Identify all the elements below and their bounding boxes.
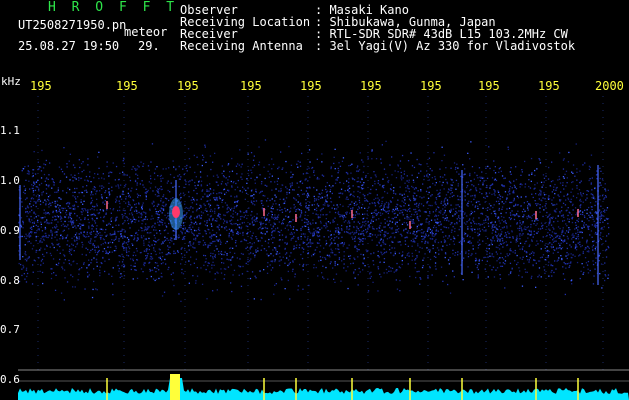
x-tick: 195 [116, 79, 138, 93]
detection-count: 29. [138, 39, 160, 53]
y-tick: 0.6 [0, 373, 20, 386]
x-tick: 195 [30, 79, 52, 93]
x-tick: 195 [538, 79, 560, 93]
x-tick: 2000 [595, 79, 624, 93]
x-tick: 195 [420, 79, 442, 93]
x-tick: 195 [360, 79, 382, 93]
spectrogram [18, 96, 629, 400]
y-tick: 0.7 [0, 323, 20, 336]
info-antenna: Receiving Antenna: 3el Yagi(V) Az 330 fo… [180, 39, 576, 53]
x-tick: 195 [177, 79, 199, 93]
observation-info: Observer: Masaki Kano Receiving Location… [180, 4, 575, 52]
x-tick: 195 [478, 79, 500, 93]
observation-datetime: 25.08.27 19:50 [18, 39, 120, 53]
y-tick: 0.9 [0, 224, 20, 237]
y-tick: 0.8 [0, 274, 20, 287]
meteor-echo-core [172, 206, 180, 218]
detection-tag: meteor [124, 25, 168, 39]
y-axis-unit: kHz [1, 75, 21, 88]
noise-band [18, 139, 610, 302]
x-tick: 195 [300, 79, 322, 93]
y-tick: 1.1 [0, 124, 20, 137]
x-tick: 195 [240, 79, 262, 93]
y-tick: 1.0 [0, 174, 20, 187]
app-title: H R O F F T [48, 0, 179, 15]
level-peak [170, 374, 180, 400]
file-name: UT2508271950.pn [18, 18, 127, 32]
